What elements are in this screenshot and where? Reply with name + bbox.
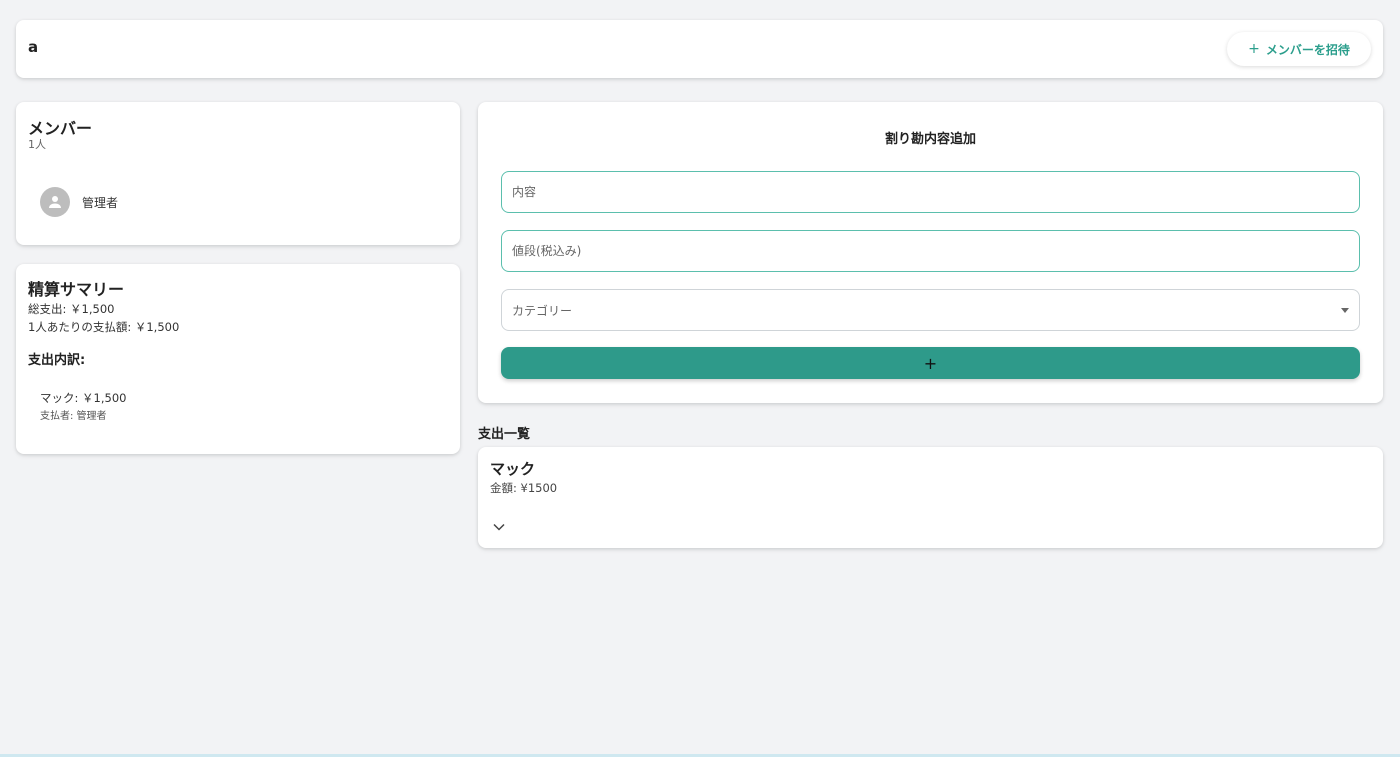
expense-name: マック bbox=[490, 460, 536, 478]
group-header: a + メンバーを招待 bbox=[16, 20, 1383, 78]
breakdown-title: 支出内訳: bbox=[28, 353, 86, 368]
expense-list-title: 支出一覧 bbox=[478, 427, 531, 442]
content-field[interactable] bbox=[501, 171, 1360, 213]
expense-list-item: マック 金額: ¥1500 bbox=[478, 447, 1383, 548]
invite-member-button[interactable]: + メンバーを招待 bbox=[1227, 32, 1371, 66]
add-expense-form: 割り勘内容追加 カテゴリー + bbox=[478, 102, 1383, 403]
members-card: メンバー 1人 管理者 bbox=[16, 102, 460, 245]
category-select[interactable]: カテゴリー bbox=[501, 289, 1360, 331]
group-title: a bbox=[28, 38, 39, 56]
chevron-down-icon bbox=[493, 523, 505, 531]
price-field[interactable] bbox=[501, 230, 1360, 272]
summary-per-person: 1人あたりの支払額: ￥1,500 bbox=[28, 320, 180, 334]
form-title: 割り勘内容追加 bbox=[884, 132, 976, 147]
add-expense-button[interactable]: + bbox=[501, 347, 1360, 379]
expense-amount: 金額: ¥1500 bbox=[490, 481, 558, 495]
breakdown-payer: 支払者: 管理者 bbox=[40, 411, 107, 422]
avatar bbox=[40, 187, 70, 217]
breakdown-item: マック: ￥1,500 bbox=[40, 391, 127, 405]
summary-title: 精算サマリー bbox=[28, 280, 125, 299]
members-count: 1人 bbox=[28, 138, 46, 151]
dropdown-arrow-icon bbox=[1341, 307, 1349, 313]
member-list-item: 管理者 bbox=[40, 187, 118, 217]
content-input[interactable] bbox=[512, 185, 1359, 199]
member-name: 管理者 bbox=[82, 195, 119, 210]
expand-button[interactable] bbox=[492, 521, 506, 533]
settlement-summary-card: 精算サマリー 総支出: ￥1,500 1人あたりの支払額: ￥1,500 支出内… bbox=[16, 264, 460, 454]
summary-total: 総支出: ￥1,500 bbox=[28, 302, 115, 316]
person-icon bbox=[49, 196, 61, 208]
category-placeholder: カテゴリー bbox=[512, 303, 573, 318]
plus-icon: + bbox=[1248, 41, 1260, 57]
price-input[interactable] bbox=[512, 244, 1359, 258]
invite-member-label: メンバーを招待 bbox=[1265, 42, 1350, 57]
